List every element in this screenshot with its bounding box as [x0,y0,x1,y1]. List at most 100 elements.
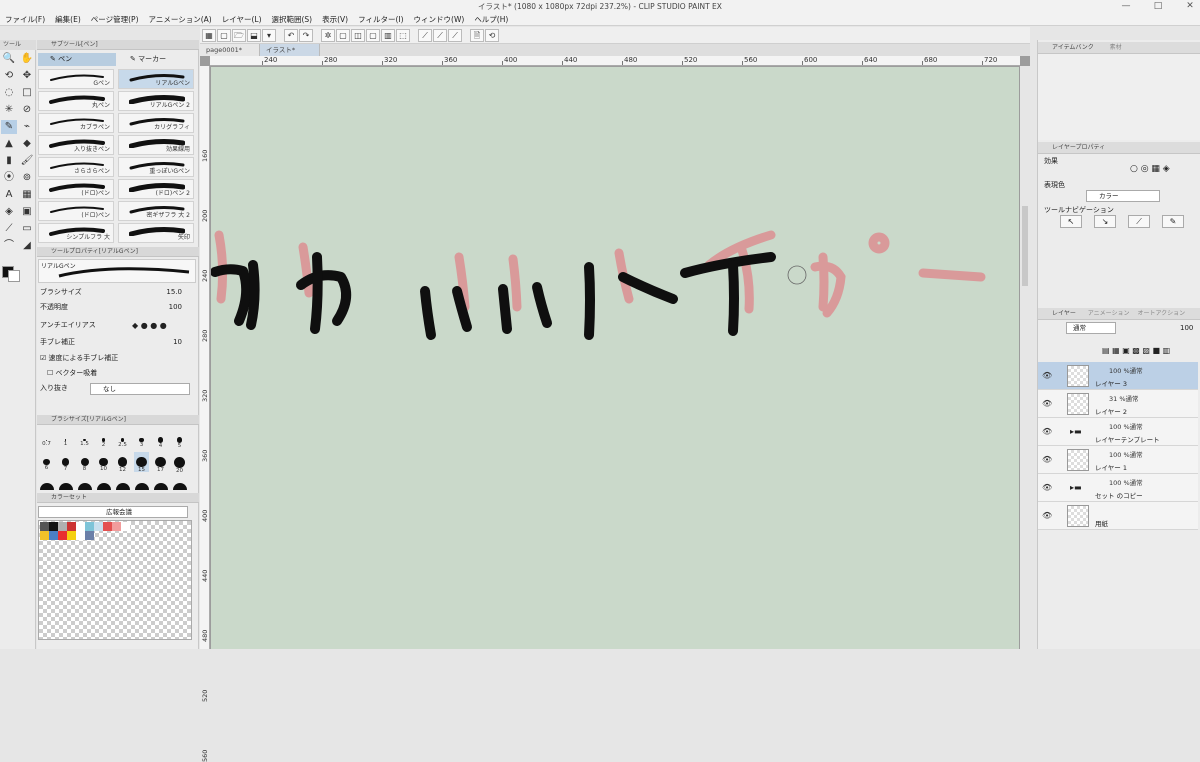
tab-animation[interactable]: アニメーション [1088,310,1130,317]
tool-button[interactable]: ⟲ [1,69,17,83]
layer-row[interactable]: 👁 用紙 [1038,502,1198,530]
command-button[interactable]: ⟋ [418,28,432,42]
command-button[interactable]: ↶ [284,28,298,42]
eye-icon[interactable]: 👁 [1042,399,1052,408]
command-button[interactable]: ▥ [381,28,395,42]
command-button[interactable]: ↷ [299,28,313,42]
brush-size-preset[interactable]: 20 [172,452,187,474]
close-button[interactable]: ✕ [1184,1,1196,11]
brush-item[interactable]: (ドロ)ペン 2 [118,179,194,199]
command-button[interactable]: ◫ [351,28,365,42]
opacity-value[interactable]: 100 [169,302,182,313]
command-button[interactable]: 🗎 [470,28,484,42]
stabilization-value[interactable]: 10 [173,337,182,348]
tab-illust[interactable]: イラスト* [260,44,320,56]
brush-item[interactable]: カブラペン [38,113,114,133]
brush-item[interactable]: シンプルフラ 大 [38,223,114,243]
brush-item[interactable]: 重っぽいGペン [118,157,194,177]
brush-size-preset[interactable]: 2 [96,430,111,450]
menu-edit[interactable]: 編集(E) [50,13,86,26]
color-swatch[interactable] [112,522,121,531]
brush-size-preset[interactable]: 2.5 [115,430,130,450]
brush-size-preset[interactable]: 8 [77,452,92,472]
brush-item[interactable]: (ドロ)ペン [38,179,114,199]
brush-item[interactable]: リアルGペン [118,69,194,89]
color-swatch[interactable] [76,531,85,540]
stabilization-row[interactable]: 手ブレ補正 10 [40,337,196,348]
color-set-palette[interactable] [38,520,192,640]
large-size-preset[interactable] [116,483,130,490]
brush-size-preset[interactable]: 0.7 [39,430,54,450]
brush-item[interactable]: カリグラフィ [118,113,194,133]
sub-color-swatch[interactable] [8,270,20,282]
color-swatch[interactable] [49,522,58,531]
menu-page[interactable]: ページ管理(P) [86,13,144,26]
menu-help[interactable]: ヘルプ(H) [469,13,513,26]
layer-row[interactable]: 👁 100 %通常 レイヤー 1 [1038,446,1198,474]
tool-button[interactable]: ⦿ [1,171,17,185]
menu-animation[interactable]: アニメーション(A) [144,13,217,26]
minimize-button[interactable]: — [1120,1,1132,11]
tool-button[interactable]: ✥ [19,69,35,83]
tab-auto-action[interactable]: オートアクション [1137,310,1185,317]
tool-button[interactable]: ◢ [19,239,35,253]
color-swatch[interactable] [67,522,76,531]
antialias-options[interactable]: ◆ ● ● ● [132,320,167,331]
brush-size-preset[interactable]: 7 [58,452,73,472]
command-button[interactable]: ▾ [262,28,276,42]
tool-nav-button[interactable]: ↘ [1094,215,1116,228]
large-size-preset[interactable] [59,483,73,490]
command-button[interactable]: ✲ [321,28,335,42]
tool-button[interactable]: ◈ [1,205,17,219]
tool-button[interactable]: ◌ [1,86,17,100]
command-button[interactable]: ⬚ [396,28,410,42]
color-swatch[interactable] [58,522,67,531]
eye-icon[interactable]: 👁 [1042,511,1052,520]
layer-tool-buttons[interactable]: ▤ ▦ ▣ ▩ ▨ ■ ▥ [1102,346,1170,355]
tool-button[interactable]: ▮ [1,154,17,168]
brush-size-preset[interactable]: 10 [96,452,111,472]
brush-item[interactable]: (ドロ)ペン [38,201,114,221]
brush-item[interactable]: 矢印 [118,223,194,243]
menu-file[interactable]: ファイル(F) [0,13,50,26]
brush-size-preset[interactable]: 1 [58,430,73,450]
tool-button[interactable]: ▲ [1,137,17,151]
brush-item[interactable]: リアルGペン 2 [118,91,194,111]
brush-size-preset[interactable]: 3 [134,430,149,450]
tab-material[interactable]: 素材 [1110,44,1122,51]
menu-filter[interactable]: フィルター(I) [353,13,408,26]
color-swatch[interactable] [58,531,67,540]
tool-button[interactable]: ⌁ [19,120,35,134]
brush-item[interactable]: 入り抜きペン [38,135,114,155]
command-button[interactable]: ▢ [336,28,350,42]
color-swatch[interactable] [85,531,94,540]
expression-color-dropdown[interactable]: カラー [1086,190,1160,202]
command-button[interactable]: ▢ [217,28,231,42]
brush-size-preset[interactable]: 12 [115,452,130,473]
taper-dropdown[interactable]: なし [90,383,190,395]
brush-size-value[interactable]: 15.0 [166,287,182,298]
brush-size-preset[interactable]: 5 [172,430,187,450]
command-button[interactable]: ⟋ [448,28,462,42]
blend-mode-dropdown[interactable]: 通常 [1066,322,1116,334]
tool-button[interactable]: ⊚ [19,171,35,185]
tool-nav-button[interactable]: ✎ [1162,215,1184,228]
subtab-marker[interactable]: ✎ マーカー [118,53,196,66]
large-size-preset[interactable] [97,483,111,490]
color-swatch[interactable] [85,522,94,531]
color-swatch[interactable] [40,522,49,531]
tool-button[interactable]: 🔍 [1,52,17,66]
large-size-preset[interactable] [78,483,92,490]
color-swatch[interactable] [67,531,76,540]
brush-item[interactable]: 密ギザフラ 大 2 [118,201,194,221]
layer-row[interactable]: 👁 100 %通常 レイヤー 3 [1038,362,1198,390]
tool-button[interactable]: A [1,188,17,202]
color-set-dropdown[interactable]: 広報会議 [38,506,188,518]
antialias-row[interactable]: アンチエイリアス ◆ ● ● ● [40,320,196,331]
tool-button[interactable]: ▣ [19,205,35,219]
checkbox[interactable]: ☐ [47,369,56,377]
opacity-row[interactable]: 不透明度 100 [40,302,196,313]
tool-button[interactable]: ✋ [19,52,35,66]
tool-button[interactable]: ▭ [19,222,35,236]
menu-window[interactable]: ウィンドウ(W) [409,13,470,26]
